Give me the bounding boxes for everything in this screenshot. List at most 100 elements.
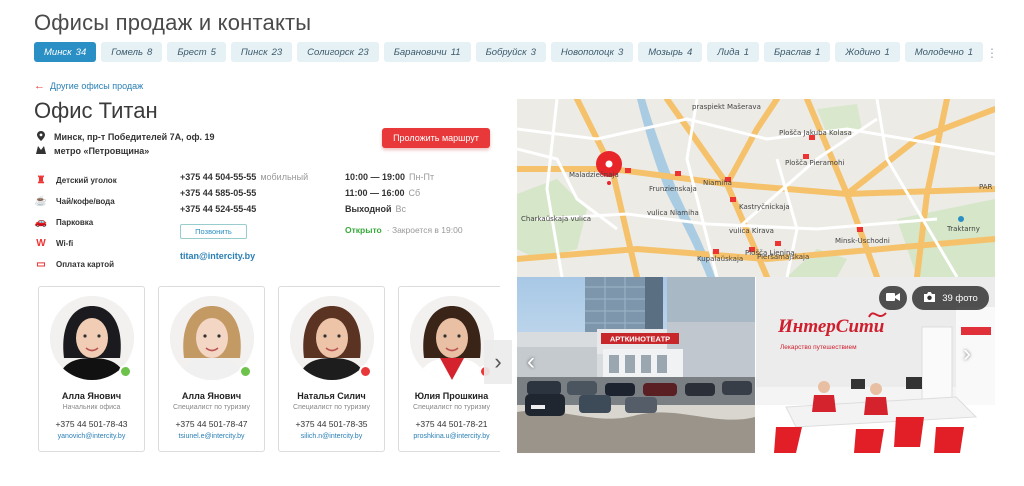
more-dots-icon[interactable]: ⋮ <box>986 46 998 60</box>
amenity-item: W Wi-fi <box>34 233 117 254</box>
staff-name: Юлия Прошкина <box>414 391 489 401</box>
tab-city-count: 1 <box>967 46 974 58</box>
camera-icon <box>923 291 936 305</box>
tab-city-count: 11 <box>450 46 461 58</box>
map-label: Kastryčnickaja <box>739 203 790 211</box>
staff-email[interactable]: silich.n@intercity.by <box>279 433 384 440</box>
back-link[interactable]: ← Другие офисы продаж <box>34 80 143 92</box>
office-building-photo[interactable]: АРТКИНОТЕАТР <box>517 277 755 453</box>
card-icon: ▭ <box>36 259 46 270</box>
arrow-left-icon: ← <box>34 80 45 92</box>
staff-phone[interactable]: +375 44 501-78-21 <box>399 419 500 429</box>
tab-city-count: 3 <box>530 46 536 58</box>
route-button[interactable]: Проложить маршрут <box>382 128 490 148</box>
office-phone[interactable]: +375 44 585-05-55 <box>180 188 308 204</box>
tab-city[interactable]: Солигорск 23 <box>297 42 379 62</box>
staff-phone[interactable]: +375 44 501-78-35 <box>279 419 384 429</box>
tab-city-count: 8 <box>147 46 153 58</box>
metro-icon <box>36 146 46 156</box>
tab-city[interactable]: Гомель 8 <box>101 42 163 62</box>
hours-time: Выходной <box>345 204 392 214</box>
presence-indicator <box>359 365 372 378</box>
staff-avatar <box>170 296 254 380</box>
hours-row: 11:00 — 16:00 Сб <box>345 188 434 204</box>
gallery-next-button[interactable]: › <box>963 340 971 368</box>
cinema-sign: АРТКИНОТЕАТР <box>610 335 670 344</box>
hours-list: 10:00 — 19:00 Пн-Пт 11:00 — 16:00 Сб Выходно… <box>345 172 434 220</box>
tab-city-name: Брест <box>177 46 207 58</box>
office-email-link[interactable]: titan@intercity.by <box>180 251 255 261</box>
chevron-right-icon: › <box>963 340 971 367</box>
staff-avatar <box>410 296 494 380</box>
staff-email[interactable]: yanovich@intercity.by <box>39 433 144 440</box>
staff-next-button[interactable]: › <box>484 340 512 384</box>
hours-time: 10:00 — 19:00 <box>345 172 406 182</box>
office-phone[interactable]: +375 44 524-55-45 <box>180 204 308 220</box>
location-pin-icon <box>36 131 46 143</box>
tab-city-name: Мозырь <box>648 46 684 58</box>
tab-city-name: Солигорск <box>307 46 355 58</box>
staff-phone[interactable]: +375 44 501-78-43 <box>39 419 144 429</box>
staff-card: Алла Янович Специалист по туризму +375 44 … <box>158 286 265 452</box>
tab-city[interactable]: Мозырь 4 <box>638 42 703 62</box>
staff-role: Специалист по туризму <box>293 404 370 411</box>
amenity-item: 🚗 Парковка <box>34 212 117 233</box>
video-button[interactable] <box>879 286 907 310</box>
tab-city-name: Молодечно <box>914 46 964 58</box>
staff-name: Алла Янович <box>181 391 242 401</box>
staff-email[interactable]: proshkina.u@intercity.by <box>399 433 500 440</box>
wifi-icon: W <box>36 238 46 249</box>
staff-role: Начальник офиса <box>62 404 121 411</box>
amenity-label: Оплата картой <box>56 260 115 269</box>
amenity-label: Чай/кофе/вода <box>56 197 115 206</box>
map-label: Minsk-Uschodni <box>835 237 890 245</box>
tab-city-count: 5 <box>210 46 216 58</box>
tab-city-count: 34 <box>75 46 87 58</box>
call-button[interactable]: Позвонить <box>180 224 247 239</box>
hours-days: Сб <box>408 188 421 198</box>
map-label: vulica Kirava <box>729 227 774 235</box>
staff-phone[interactable]: +375 44 501-78-47 <box>159 419 264 429</box>
staff-card: Наталья Силич Специалист по туризму +375 4… <box>278 286 385 452</box>
chevron-right-icon: › <box>494 349 502 374</box>
office-title: Офис Титан <box>34 98 158 123</box>
tab-city[interactable]: Пинск 23 <box>230 42 293 62</box>
amenity-label: Детский уголок <box>56 176 117 185</box>
tab-city[interactable]: Браслав 1 <box>763 42 831 62</box>
map-label: vulica Niamiha <box>647 209 699 217</box>
brand-tagline: Лекарство путешествием <box>780 344 857 351</box>
map-label: Traktarny <box>947 225 980 233</box>
map-label: Ploščа Jakuba Kolasa <box>779 129 852 137</box>
car-icon: 🚗 <box>34 217 48 228</box>
phones-list: +375 44 504-55-55 мобильный +375 44 585-05… <box>180 172 308 220</box>
building-image: АРТКИНОТЕАТР <box>517 277 755 453</box>
chevron-left-icon: ‹ <box>527 348 535 375</box>
tab-city[interactable]: Молодечно 1 <box>904 42 984 62</box>
tab-city[interactable]: Минск 34 <box>34 42 97 62</box>
office-map[interactable]: Maladziečnaja Frunzienskaja Niamiha Kastryč… <box>517 99 995 277</box>
map-label: Niamiha <box>703 179 732 187</box>
office-status: Открыто · Закроется в 19:00 <box>345 225 463 235</box>
map-label: Pieršamajskaja <box>757 253 810 261</box>
tab-city[interactable]: Бобруйск 3 <box>475 42 546 62</box>
hours-row: Выходной Вс <box>345 204 434 220</box>
staff-email[interactable]: tsiunel.e@intercity.by <box>159 433 264 440</box>
presence-indicator <box>239 365 252 378</box>
photo-count-button[interactable]: 39 фото <box>912 286 989 310</box>
office-metro: метро «Петровщина» <box>54 146 150 156</box>
amenity-label: Парковка <box>56 218 94 227</box>
phone-number: +375 44 585-05-55 <box>180 188 257 198</box>
page-title: Офисы продаж и контакты <box>34 10 312 35</box>
office-phone[interactable]: +375 44 504-55-55 мобильный <box>180 172 308 188</box>
tab-city[interactable]: Барановичи 11 <box>383 42 471 62</box>
city-tabs: Минск 34 Гомель 8 Брест 5 Пинск 23 Солигорск 23 Ба… <box>34 42 984 62</box>
tab-city[interactable]: Жодино 1 <box>835 42 900 62</box>
tab-city[interactable]: Лида 1 <box>707 42 759 62</box>
tab-city[interactable]: Брест 5 <box>167 42 226 62</box>
gallery-prev-button[interactable]: ‹ <box>527 348 535 376</box>
amenity-item: ☕ Чай/кофе/вода <box>34 191 117 212</box>
tab-city-name: Пинск <box>240 46 268 58</box>
tab-city[interactable]: Новополоцк 3 <box>550 42 634 62</box>
back-link-label: Другие офисы продаж <box>50 81 144 91</box>
amenity-item: ▭ Оплата картой <box>34 254 117 275</box>
